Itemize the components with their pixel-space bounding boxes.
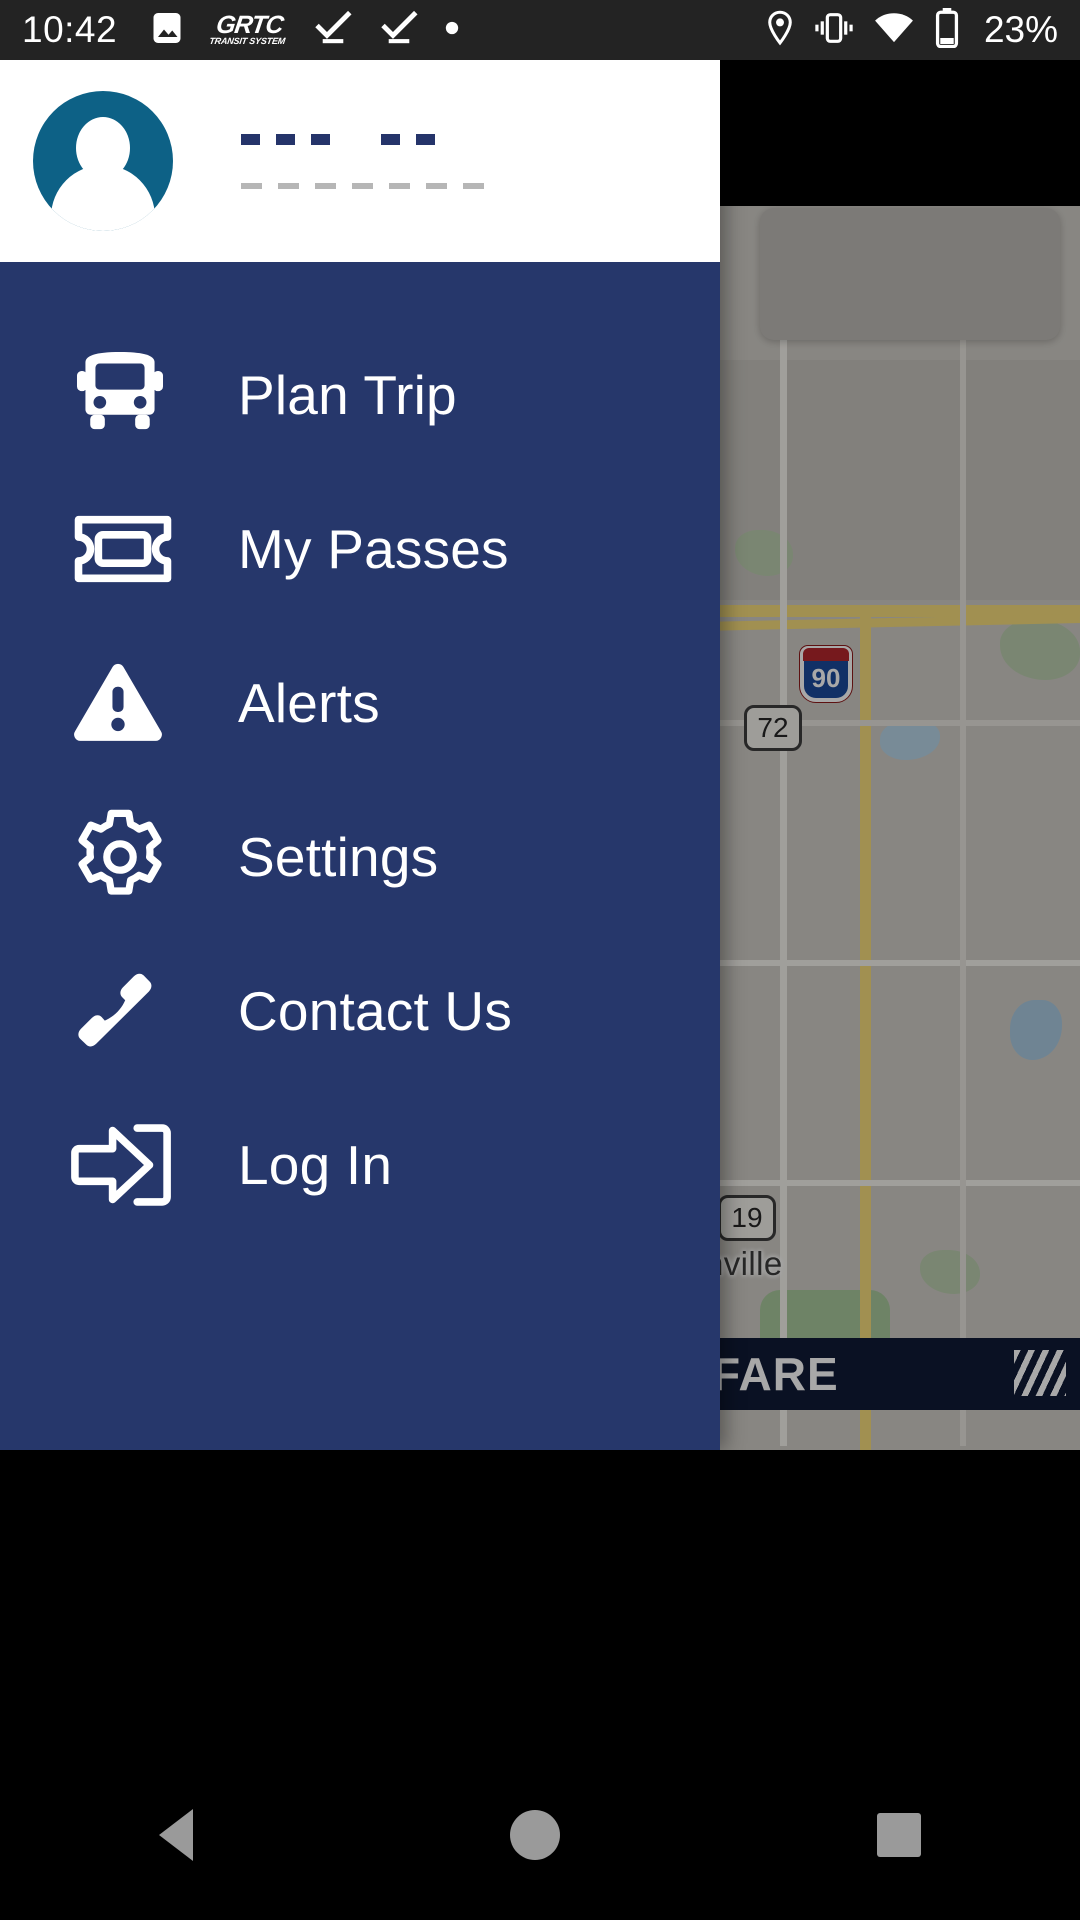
sidebar-item-label: My Passes <box>238 518 509 580</box>
vibrate-icon <box>814 11 854 50</box>
warning-triangle-icon <box>70 659 182 747</box>
sidebar-item-contact-us[interactable]: Contact Us <box>0 934 720 1088</box>
status-bar-clock: 10:42 <box>22 9 118 50</box>
drawer-menu-list: Plan Trip My Passes Alerts Settings Cont… <box>0 262 720 1450</box>
login-arrow-icon <box>70 1119 182 1211</box>
location-icon <box>766 9 794 52</box>
status-bar-system-icons: 23% <box>766 7 1058 53</box>
recents-square-icon[interactable] <box>877 1813 922 1857</box>
phone-screen: 90 72 19 nville FARE 10:42 GRTC TRANSIT … <box>0 0 1080 1920</box>
sidebar-item-label: Settings <box>238 826 439 888</box>
profile-name-placeholder <box>241 133 484 145</box>
task-complete-icon <box>379 9 419 52</box>
image-icon <box>149 9 185 52</box>
sidebar-item-alerts[interactable]: Alerts <box>0 626 720 780</box>
navigation-drawer: Plan Trip My Passes Alerts Settings Cont… <box>0 60 720 1450</box>
sidebar-item-label: Plan Trip <box>238 364 457 426</box>
phone-icon <box>70 963 182 1059</box>
battery-icon <box>934 7 960 53</box>
sidebar-item-label: Alerts <box>238 672 380 734</box>
sidebar-item-settings[interactable]: Settings <box>0 780 720 934</box>
home-circle-icon[interactable] <box>509 1810 560 1860</box>
sidebar-item-my-passes[interactable]: My Passes <box>0 472 720 626</box>
back-triangle-icon[interactable] <box>158 1809 193 1861</box>
gear-icon <box>70 807 182 907</box>
system-navigation-bar <box>0 1750 1080 1920</box>
profile-detail-placeholder <box>241 182 484 189</box>
status-bar-notification-icons: GRTC TRANSIT SYSTEM <box>149 9 766 52</box>
profile-placeholder-text <box>241 133 484 189</box>
battery-percentage: 23% <box>983 9 1058 50</box>
task-complete-icon <box>313 9 353 52</box>
sidebar-item-plan-trip[interactable]: Plan Trip <box>0 318 720 472</box>
sidebar-item-label: Log In <box>238 1134 393 1196</box>
wifi-icon <box>874 11 914 50</box>
status-bar: 10:42 GRTC TRANSIT SYSTEM 23% <box>0 0 1080 60</box>
sidebar-item-log-in[interactable]: Log In <box>0 1088 720 1242</box>
grtc-app-icon: GRTC TRANSIT SYSTEM <box>208 11 286 47</box>
drawer-profile-header[interactable] <box>0 60 720 262</box>
bus-icon <box>70 347 182 443</box>
dot-notification-icon <box>445 21 459 40</box>
sidebar-item-label: Contact Us <box>238 980 513 1042</box>
ticket-icon <box>70 511 182 587</box>
avatar[interactable] <box>33 91 173 231</box>
